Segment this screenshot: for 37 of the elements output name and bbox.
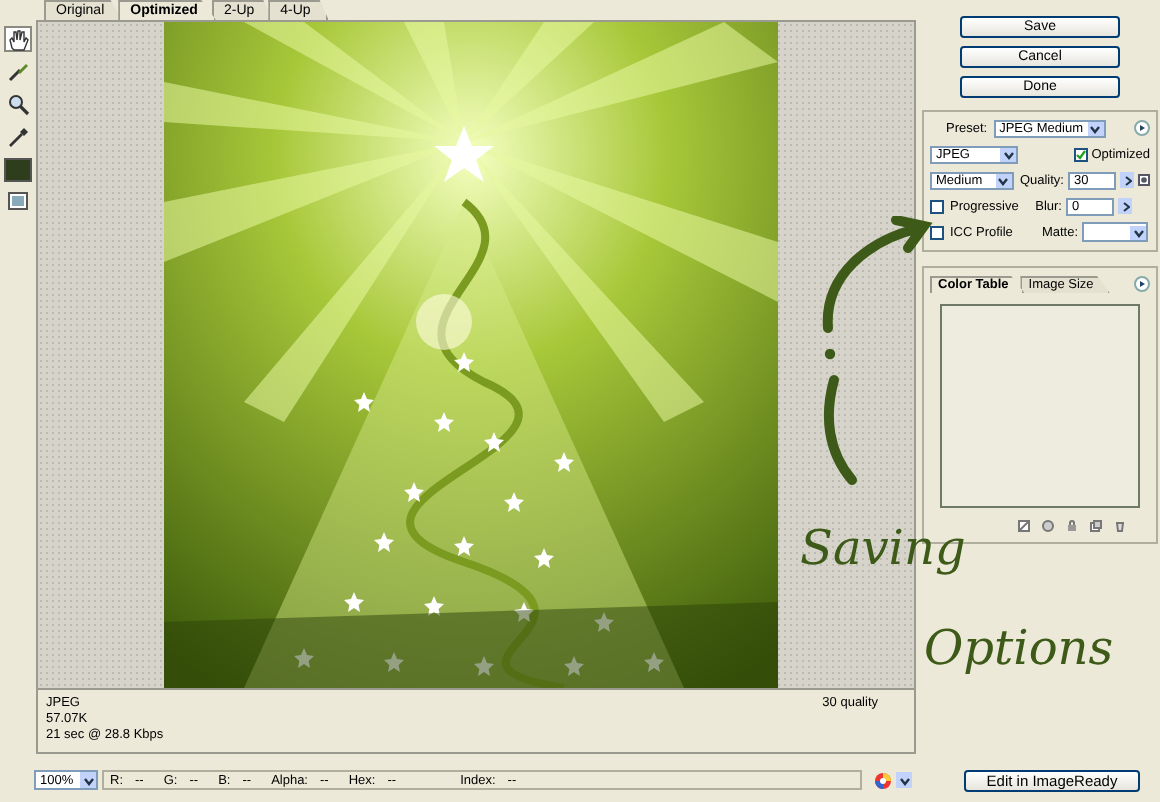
color-swatch[interactable] bbox=[4, 158, 32, 182]
handwritten-annotation: Options bbox=[924, 620, 1114, 676]
browser-icon[interactable] bbox=[874, 771, 892, 789]
play-icon bbox=[1138, 280, 1146, 288]
slider-button[interactable] bbox=[1120, 172, 1134, 188]
slice-select-tool[interactable] bbox=[4, 58, 32, 84]
hand-icon bbox=[6, 27, 30, 51]
chevron-icon bbox=[1123, 175, 1131, 185]
checkbox[interactable] bbox=[1073, 147, 1088, 161]
trash-icon[interactable] bbox=[1114, 520, 1126, 532]
chevron-icon bbox=[1121, 201, 1129, 211]
preview-menu-button[interactable] bbox=[896, 772, 912, 788]
web-shift-icon[interactable] bbox=[1018, 520, 1030, 532]
caret-icon bbox=[897, 773, 911, 787]
lock-icon[interactable] bbox=[1066, 520, 1078, 532]
eyedropper-icon bbox=[6, 123, 30, 147]
panel-menu-button[interactable] bbox=[1134, 276, 1150, 292]
slices-icon bbox=[8, 192, 28, 210]
caret-icon bbox=[1131, 225, 1145, 239]
play-icon bbox=[1138, 124, 1146, 132]
checkbox[interactable] bbox=[930, 225, 944, 239]
matte-dropdown[interactable] bbox=[1082, 222, 1148, 242]
handwritten-annotation: Saving bbox=[800, 520, 966, 576]
zoom-tool[interactable] bbox=[4, 90, 32, 116]
slice-toggle-button[interactable] bbox=[4, 188, 32, 214]
checkbox[interactable] bbox=[930, 199, 944, 213]
slice-select-icon bbox=[6, 59, 30, 83]
caret-icon bbox=[1088, 121, 1103, 135]
new-color-icon[interactable] bbox=[1090, 520, 1102, 532]
eyedropper-tool[interactable] bbox=[4, 122, 32, 148]
mask-icon[interactable] bbox=[1138, 174, 1150, 186]
hand-tool[interactable] bbox=[4, 26, 32, 52]
slider-button[interactable] bbox=[1118, 198, 1132, 214]
zoom-icon bbox=[6, 91, 30, 115]
panel-menu-button[interactable] bbox=[1134, 120, 1150, 136]
check-icon bbox=[1075, 149, 1086, 159]
caret-icon bbox=[81, 773, 95, 787]
